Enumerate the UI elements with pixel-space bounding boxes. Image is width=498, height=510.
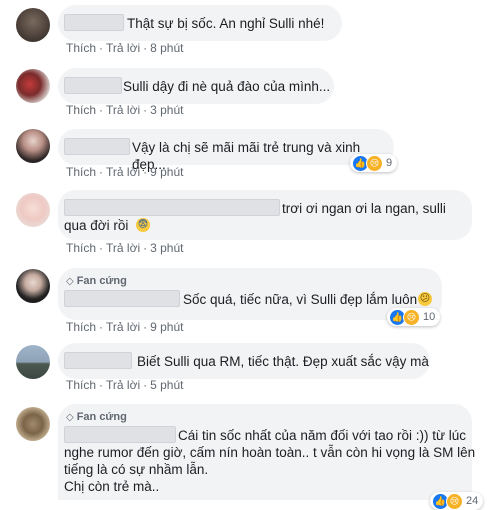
timestamp[interactable]: 9 phút [150,165,183,179]
timestamp[interactable]: 9 phút [150,320,183,334]
redacted-name [64,14,124,31]
diamond-icon: ◇ [66,276,74,287]
diamond-icon: ◇ [66,412,74,423]
like-link[interactable]: Thích [66,378,96,392]
like-link[interactable]: Thích [66,320,96,334]
like-link[interactable]: Thích [66,241,96,255]
reaction-summary[interactable]: 👍 😢 24 [430,492,484,510]
comment-actions: Thích · Trả lời · 9 phút [66,165,184,179]
redacted-name [64,77,122,94]
sad-reaction-icon: 😢 [366,154,383,172]
comment-text-line2: nghe rumor đến giờ, cấm nín hoàn toàn.. … [64,445,476,460]
reply-link[interactable]: Trả lời [106,320,140,334]
fan-badge-label: Fan cứng [76,411,127,423]
timestamp[interactable]: 8 phút [150,41,183,55]
reaction-summary[interactable]: 👍 😢 10 [387,308,441,326]
reply-link[interactable]: Trả lời [106,241,140,255]
reaction-count: 10 [423,311,436,323]
redacted-name [64,352,132,369]
fearful-emoji-icon: 😨 [136,218,150,232]
comment-bubble: Sulli dậy đi nè quả đào của mình... [58,68,334,104]
avatar[interactable] [16,345,50,379]
comment-actions: Thích · Trả lời · 5 phút [66,378,184,392]
comment-text-line2: qua đời rồi [64,218,129,233]
comment-text-line3: tiếng là có sự nhầm lẫn. [64,462,209,477]
avatar[interactable] [16,407,50,441]
redacted-name [64,199,280,216]
comment-bubble: trơi ơi ngan ơi la ngan, sulli qua đời r… [58,190,472,240]
redacted-name [64,138,130,155]
confused-emoji-icon: 😕 [418,292,432,306]
comment-bubble: Thật sự bị sốc. An nghỉ Sulli nhé! [58,5,342,41]
comment-text-line1: Cái tin sốc nhất của năm đối với tao rồi… [178,428,467,443]
avatar[interactable] [16,269,50,303]
fan-badge-label: Fan cứng [76,275,127,287]
like-link[interactable]: Thích [66,165,96,179]
redacted-name [64,426,176,443]
avatar[interactable] [16,129,50,163]
comment-text: Sốc quá, tiếc nữa, vì Sulli đẹp lắm luôn [183,292,418,307]
fan-badge: ◇ Fan cứng [66,409,127,426]
comment-bubble: ◇ Fan cứng Cái tin sốc nhất của năm đối v… [58,404,476,500]
comment-bubble: ◇ Fan cứng Sốc quá, tiếc nữa, vì Sulli đẹ… [58,268,442,320]
avatar[interactable] [16,69,50,103]
timestamp[interactable]: 3 phút [150,103,183,117]
fan-badge: ◇ Fan cứng [66,273,127,290]
avatar[interactable] [16,193,50,227]
comment-actions: Thích · Trả lời · 8 phút [66,41,184,55]
comment-text: Biết Sulli qua RM, tiếc thật. Đẹp xuất s… [137,354,429,369]
reaction-count: 9 [386,157,393,169]
reaction-summary[interactable]: 👍 😢 9 [350,154,398,172]
comment-text: Sulli dậy đi nè quả đào của mình... [123,79,331,94]
comment-text: Thật sự bị sốc. An nghỉ Sulli nhé! [127,16,325,31]
reply-link[interactable]: Trả lời [106,165,140,179]
like-link[interactable]: Thích [66,103,96,117]
comment-text-line1: trơi ơi ngan ơi la ngan, sulli [282,201,446,216]
sad-reaction-icon: 😢 [403,308,420,326]
like-link[interactable]: Thích [66,41,96,55]
reply-link[interactable]: Trả lời [106,378,140,392]
redacted-name [64,290,180,307]
comment-actions: Thích · Trả lời · 3 phút [66,103,184,117]
comment-bubble: Vậy là chị sẽ mãi mãi trẻ trung và xinh … [58,129,394,172]
sad-reaction-icon: 😢 [446,492,463,510]
avatar[interactable] [16,8,50,42]
timestamp[interactable]: 3 phút [150,241,183,255]
reply-link[interactable]: Trả lời [106,41,140,55]
reaction-count: 24 [466,495,479,507]
comment-actions: Thích · Trả lời · 9 phút [66,320,184,334]
comment-actions: Thích · Trả lời · 3 phút [66,241,184,255]
reply-link[interactable]: Trả lời [106,103,140,117]
timestamp[interactable]: 5 phút [150,378,183,392]
comment-text-line4: Chị còn trẻ mà.. [64,479,160,494]
comment-bubble: Biết Sulli qua RM, tiếc thật. Đẹp xuất s… [58,343,430,379]
